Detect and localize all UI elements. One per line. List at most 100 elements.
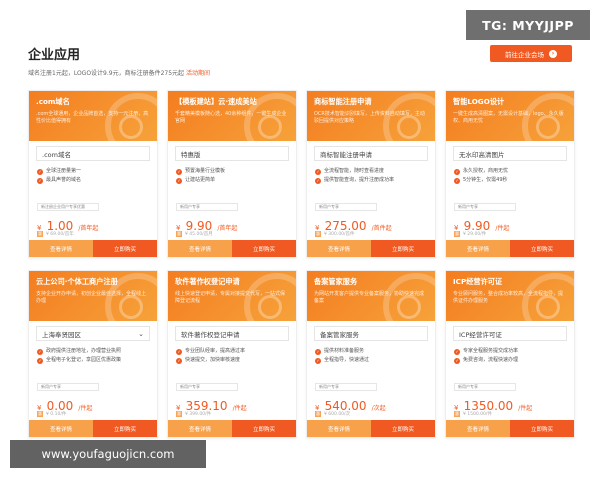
buy-now-button[interactable]: 立即购买 bbox=[93, 240, 157, 257]
card-actions: 查看详情 立即购买 bbox=[446, 420, 574, 437]
card-actions: 查看详情 立即购买 bbox=[29, 420, 157, 437]
product-card[interactable]: .com域名 .com全球通用，企业品牌首选，支持一元注册，高性价比值得拥有 .… bbox=[28, 90, 158, 258]
price-unit: /首年起 bbox=[217, 225, 238, 232]
check-icon: ✓ bbox=[176, 168, 182, 175]
product-card[interactable]: 智能LOGO设计 一键生成高清图案，无需设计基础，logo、永久版权、商用无忧 … bbox=[445, 90, 575, 258]
view-details-button[interactable]: 查看详情 bbox=[307, 420, 371, 437]
check-icon: ✓ bbox=[176, 357, 182, 364]
original-price: 惠 ¥ 69.00/首年 bbox=[37, 231, 74, 237]
discount-tag-icon: 惠 bbox=[315, 411, 321, 417]
card-banner: 智能LOGO设计 一键生成高清图案，无需设计基础，logo、永久版权、商用无忧 bbox=[446, 91, 574, 141]
spec-select[interactable]: 软件著作权登记申请 bbox=[175, 326, 289, 341]
product-card[interactable]: 软件著作权登记申请 线上快速登记申请，专属对接提交代写，一站式保障登记流程 软件… bbox=[167, 270, 297, 438]
card-description: OCR技术智能识别填写，上传资料自动填写，主动驳回提供对应策略 bbox=[314, 111, 425, 124]
promo-label: 新用户专享 bbox=[176, 203, 238, 211]
spec-select[interactable]: 特惠版 bbox=[175, 146, 289, 161]
check-icon: ✓ bbox=[176, 177, 182, 184]
original-price-text: ¥ 45.00/首月 bbox=[185, 232, 213, 237]
card-banner: 软件著作权登记申请 线上快速登记申请，专属对接提交代写，一站式保障登记流程 bbox=[168, 271, 296, 321]
buy-now-button[interactable]: 立即购买 bbox=[93, 420, 157, 437]
spec-select-value: 软件著作权登记申请 bbox=[181, 330, 240, 339]
spec-select-value: 商标智能注册申请 bbox=[320, 150, 372, 159]
feature-text: 5分钟生，仅需49秒 bbox=[463, 177, 508, 183]
promo-label: 新用户专享 bbox=[454, 203, 516, 211]
spec-select[interactable]: ICP经营许可证 bbox=[453, 326, 567, 341]
feature-list: ✓ 永久授权，商用无忧 ✓ 5分钟生，仅需49秒 bbox=[454, 167, 566, 185]
view-details-button[interactable]: 查看详情 bbox=[29, 420, 93, 437]
feature-list: ✓ 全流程智能，随时查看进度 ✓ 提供智能查询，提升注册成功率 bbox=[315, 167, 427, 185]
chevron-down-icon: ⌄ bbox=[138, 329, 144, 338]
card-banner: 商标智能注册申请 OCR技术智能识别填写，上传资料自动填写，主动驳回提供对应策略 bbox=[307, 91, 435, 141]
check-icon: ✓ bbox=[315, 177, 321, 184]
check-icon: ✓ bbox=[454, 348, 460, 355]
card-banner: .com域名 .com全球通用，企业品牌首选，支持一元注册，高性价比值得拥有 bbox=[29, 91, 157, 141]
price-unit: /件起 bbox=[232, 405, 247, 412]
view-details-button[interactable]: 查看详情 bbox=[168, 240, 232, 257]
card-description: 一键生成高清图案，无需设计基础，logo、永久版权、商用无忧 bbox=[453, 111, 564, 124]
product-card[interactable]: 云上公司·个体工商户注册 支持企业开办申请，初创企业最佳选择，全程线上办理 上海… bbox=[28, 270, 158, 438]
view-details-button[interactable]: 查看详情 bbox=[29, 240, 93, 257]
spec-select[interactable]: 上海奉贤园区 ⌄ bbox=[36, 326, 150, 341]
view-details-button[interactable]: 查看详情 bbox=[307, 240, 371, 257]
feature-item: ✓ 5分钟生，仅需49秒 bbox=[454, 176, 566, 185]
card-title: 智能LOGO设计 bbox=[453, 97, 505, 106]
enterprise-venue-label: 前往企业会场 bbox=[505, 50, 544, 59]
feature-text: 让建站更简单 bbox=[185, 177, 216, 183]
enterprise-venue-button[interactable]: 前往企业会场 › bbox=[490, 45, 572, 62]
promo-label: 新用户专享 bbox=[315, 203, 377, 211]
feature-list: ✓ 全球注册量第一 ✓ 最具声誉的域名 bbox=[37, 167, 149, 185]
buy-now-button[interactable]: 立即购买 bbox=[510, 240, 574, 257]
price-unit: /件起 bbox=[518, 405, 533, 412]
original-price-text: ¥ 300.00/首件 bbox=[324, 232, 355, 237]
feature-text: 专家全程服务提交成功率 bbox=[463, 348, 519, 354]
product-card[interactable]: 【模板建站】云·速成美站 千套精美模板随心选，40余种组件，一键生成企业官网 特… bbox=[167, 90, 297, 258]
feature-text: 快速提交，加快审核速度 bbox=[185, 357, 241, 363]
feature-text: 政府提供注册地址，办理营业执照 bbox=[46, 348, 122, 354]
original-price-text: ¥ 399.00/件 bbox=[185, 412, 212, 417]
buy-now-button[interactable]: 立即购买 bbox=[232, 240, 296, 257]
feature-item: ✓ 预置海量行业模板 bbox=[176, 167, 288, 176]
feature-list: ✓ 专业团队经审，提高通过率 ✓ 快速提交，加快审核速度 bbox=[176, 347, 288, 365]
card-title: 云上公司·个体工商户注册 bbox=[36, 277, 118, 286]
feature-item: ✓ 提供材料准备服务 bbox=[315, 347, 427, 356]
buy-now-button[interactable]: 立即购买 bbox=[510, 420, 574, 437]
card-title: 备案管家服务 bbox=[314, 277, 358, 286]
feature-text: 最具声誉的域名 bbox=[46, 177, 82, 183]
view-details-button[interactable]: 查看详情 bbox=[446, 240, 510, 257]
discount-tag-icon: 惠 bbox=[176, 411, 182, 417]
buy-now-button[interactable]: 立即购买 bbox=[232, 420, 296, 437]
product-card[interactable]: 备案管家服务 为网站开发客户提供专业备案服务，协助快速完成备案 备案管家服务 ✓… bbox=[306, 270, 436, 438]
buy-now-button[interactable]: 立即购买 bbox=[371, 240, 435, 257]
feature-text: 全程电子化登记，享园区优惠政策 bbox=[46, 357, 122, 363]
feature-item: ✓ 全程电子化登记，享园区优惠政策 bbox=[37, 356, 149, 365]
discount-tag-icon: 惠 bbox=[176, 231, 182, 237]
card-actions: 查看详情 立即购买 bbox=[307, 240, 435, 257]
spec-select-value: 备案管家服务 bbox=[320, 330, 359, 339]
watermark-top-right: TG: MYYJJPP bbox=[466, 10, 590, 40]
discount-tag-icon: 惠 bbox=[454, 411, 460, 417]
card-description: 千套精美模板随心选，40余种组件，一键生成企业官网 bbox=[175, 111, 287, 124]
card-actions: 查看详情 立即购买 bbox=[29, 240, 157, 257]
view-details-button[interactable]: 查看详情 bbox=[446, 420, 510, 437]
spec-select[interactable]: .com域名 bbox=[36, 146, 150, 161]
original-price-text: ¥ 600.00/次 bbox=[324, 412, 351, 417]
feature-item: ✓ 免费咨询，流程快速办理 bbox=[454, 356, 566, 365]
check-icon: ✓ bbox=[315, 168, 321, 175]
subtitle-highlight: 活动期间 bbox=[185, 70, 210, 77]
original-price-text: ¥ 1500.00/件 bbox=[463, 412, 492, 417]
original-price: 惠 ¥ 399.00/件 bbox=[176, 411, 211, 417]
feature-item: ✓ 全球注册量第一 bbox=[37, 167, 149, 176]
product-card[interactable]: 商标智能注册申请 OCR技术智能识别填写，上传资料自动填写，主动驳回提供对应策略… bbox=[306, 90, 436, 258]
price-unit: /件起 bbox=[495, 225, 510, 232]
product-card[interactable]: ICP经营许可证 专业顾问服务，整合成功率较高，全流程指导，提供证件办理服务 I… bbox=[445, 270, 575, 438]
spec-select[interactable]: 无水印高清图片 bbox=[453, 146, 567, 161]
card-title: 商标智能注册申请 bbox=[314, 97, 372, 106]
buy-now-button[interactable]: 立即购买 bbox=[371, 420, 435, 437]
original-price: 惠 ¥ 300.00/首件 bbox=[315, 231, 355, 237]
card-title: 【模板建站】云·速成美站 bbox=[175, 97, 257, 106]
subtitle: 域名注册1元起，LOGO设计9.9元，商标注册备件275元起 活动期间 bbox=[28, 68, 210, 77]
spec-select[interactable]: 商标智能注册申请 bbox=[314, 146, 428, 161]
spec-select[interactable]: 备案管家服务 bbox=[314, 326, 428, 341]
feature-item: ✓ 政府提供注册地址，办理营业执照 bbox=[37, 347, 149, 356]
view-details-button[interactable]: 查看详情 bbox=[168, 420, 232, 437]
